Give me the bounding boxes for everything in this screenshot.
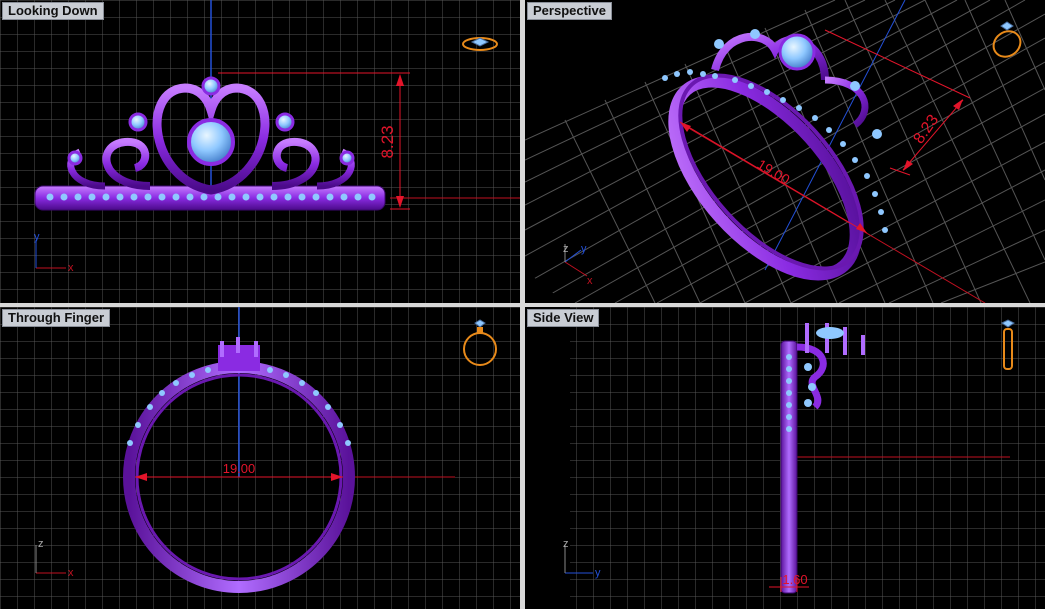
ring-view-icon[interactable] xyxy=(993,319,1023,371)
axis-label-a: y xyxy=(34,231,40,243)
viewport-side-view[interactable]: Side View 1.60 z y xyxy=(525,307,1045,609)
perspective-canvas: 8.23 19.00 z y x xyxy=(525,0,1045,303)
ring-view-icon[interactable] xyxy=(460,34,500,54)
axis-label-b: x xyxy=(68,567,74,579)
ring-view-icon[interactable] xyxy=(987,20,1027,64)
axis-indicator-perspective: z y x xyxy=(563,243,593,287)
viewport-label-looking-down[interactable]: Looking Down xyxy=(2,2,104,20)
dimension-label: 8.23 xyxy=(378,125,397,158)
viewport-perspective[interactable]: Perspective 8.23 19.00 z y x xyxy=(525,0,1045,303)
axis-label-a: z xyxy=(38,538,44,550)
viewport-through-finger[interactable]: Through Finger 19.00 z x xyxy=(0,307,520,609)
viewport-label-perspective[interactable]: Perspective xyxy=(527,2,612,20)
looking-down-canvas: 8.23 y x xyxy=(0,0,520,303)
viewport-looking-down[interactable]: Looking Down 8.23 y x xyxy=(0,0,520,303)
side-view-canvas: 1.60 z y xyxy=(563,307,1045,609)
axis-label-a: z xyxy=(563,538,569,550)
dimension-label: 19.00 xyxy=(223,461,256,476)
dimension-label: 1.60 xyxy=(782,572,807,587)
through-finger-canvas: 19.00 z x xyxy=(0,307,520,609)
ring-view-icon[interactable] xyxy=(460,319,500,369)
axis-label-b: x xyxy=(68,262,74,274)
axis-label-b: y xyxy=(581,243,587,255)
viewport-label-side-view[interactable]: Side View xyxy=(527,309,600,327)
axis-label-b: y xyxy=(595,567,601,579)
axis-label-a: z xyxy=(563,243,569,255)
dimension-width-perspective: 8.23 xyxy=(824,29,971,176)
viewport-label-through-finger[interactable]: Through Finger xyxy=(2,309,111,327)
axis-label-c: x xyxy=(587,275,593,287)
